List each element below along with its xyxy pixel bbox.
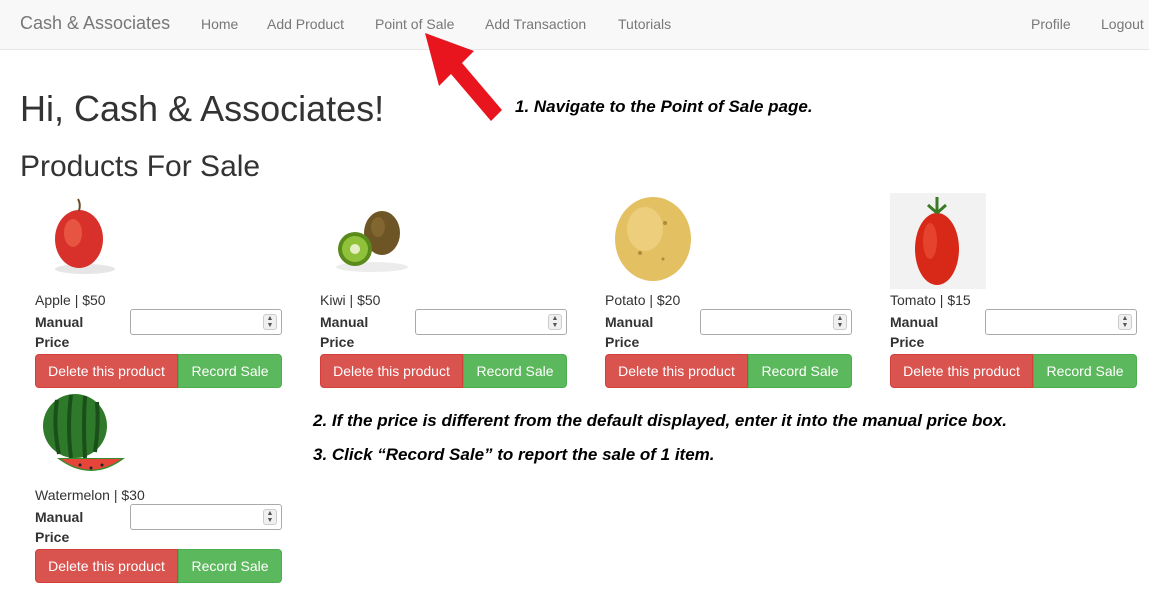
spinner-icon[interactable]: ▲ ▼ (548, 314, 562, 330)
delete-product-button[interactable]: Delete this product (605, 354, 748, 388)
product-card-potato: Potato | $20 Manual Price ▲ ▼ Delete this… (605, 193, 855, 393)
record-sale-button[interactable]: Record Sale (463, 354, 567, 388)
product-name: Potato | $20 (605, 292, 681, 308)
watermelon-image (43, 394, 125, 471)
record-sale-button[interactable]: Record Sale (178, 354, 282, 388)
manual-price-label: Manual Price (605, 314, 654, 350)
tomato-image (890, 193, 986, 289)
kiwi-image (336, 211, 408, 272)
manual-price-label: Manual Price (35, 509, 84, 545)
spinner-icon[interactable]: ▲ ▼ (263, 314, 277, 330)
product-card-kiwi: Kiwi | $50 Manual Price ▲ ▼ Delete this p… (320, 193, 570, 393)
record-sale-button[interactable]: Record Sale (178, 549, 282, 583)
products-heading: Products For Sale (20, 150, 261, 183)
delete-product-button[interactable]: Delete this product (890, 354, 1033, 388)
nav-tutorials[interactable]: Tutorials (618, 16, 671, 32)
record-sale-button[interactable]: Record Sale (1033, 354, 1137, 388)
potato-image (615, 197, 691, 281)
manual-price-input[interactable]: ▲ ▼ (415, 309, 567, 335)
manual-price-label: Manual Price (35, 314, 84, 350)
record-sale-button[interactable]: Record Sale (748, 354, 852, 388)
nav-logout[interactable]: Logout (1101, 16, 1144, 32)
product-name: Tomato | $15 (890, 292, 971, 308)
nav-home[interactable]: Home (201, 16, 238, 32)
delete-product-button[interactable]: Delete this product (35, 354, 178, 388)
spinner-icon[interactable]: ▲ ▼ (833, 314, 847, 330)
delete-product-button[interactable]: Delete this product (320, 354, 463, 388)
brand-link[interactable]: Cash & Associates (20, 13, 170, 34)
spinner-icon[interactable]: ▲ ▼ (263, 509, 277, 525)
product-card-watermelon: Watermelon | $30 Manual Price ▲ ▼ Delete … (35, 388, 285, 588)
delete-product-button[interactable]: Delete this product (35, 549, 178, 583)
annotation-step-3: 3. Click “Record Sale” to report the sal… (313, 445, 715, 464)
greeting-heading: Hi, Cash & Associates! (20, 88, 385, 129)
product-card-apple: Apple | $50 Manual Price ▲ ▼ Delete this … (35, 193, 285, 393)
manual-price-input[interactable]: ▲ ▼ (130, 504, 282, 530)
nav-profile[interactable]: Profile (1031, 16, 1071, 32)
product-name: Kiwi | $50 (320, 292, 381, 308)
annotation-arrow (425, 33, 502, 121)
nav-add-product[interactable]: Add Product (267, 16, 344, 32)
spinner-icon[interactable]: ▲ ▼ (1118, 314, 1132, 330)
manual-price-input[interactable]: ▲ ▼ (130, 309, 282, 335)
product-name: Apple | $50 (35, 292, 106, 308)
product-card-tomato: Tomato | $15 Manual Price ▲ ▼ Delete this… (890, 193, 1140, 393)
navbar: Cash & Associates Home Add Product Point… (0, 0, 1149, 50)
manual-price-input[interactable]: ▲ ▼ (985, 309, 1137, 335)
apple-image (55, 198, 115, 274)
product-name: Watermelon | $30 (35, 487, 145, 503)
manual-price-label: Manual Price (320, 314, 369, 350)
manual-price-input[interactable]: ▲ ▼ (700, 309, 852, 335)
manual-price-label: Manual Price (890, 314, 939, 350)
annotation-step-2: 2. If the price is different from the de… (313, 411, 1007, 430)
annotation-step-1: 1. Navigate to the Point of Sale page. (515, 97, 813, 116)
